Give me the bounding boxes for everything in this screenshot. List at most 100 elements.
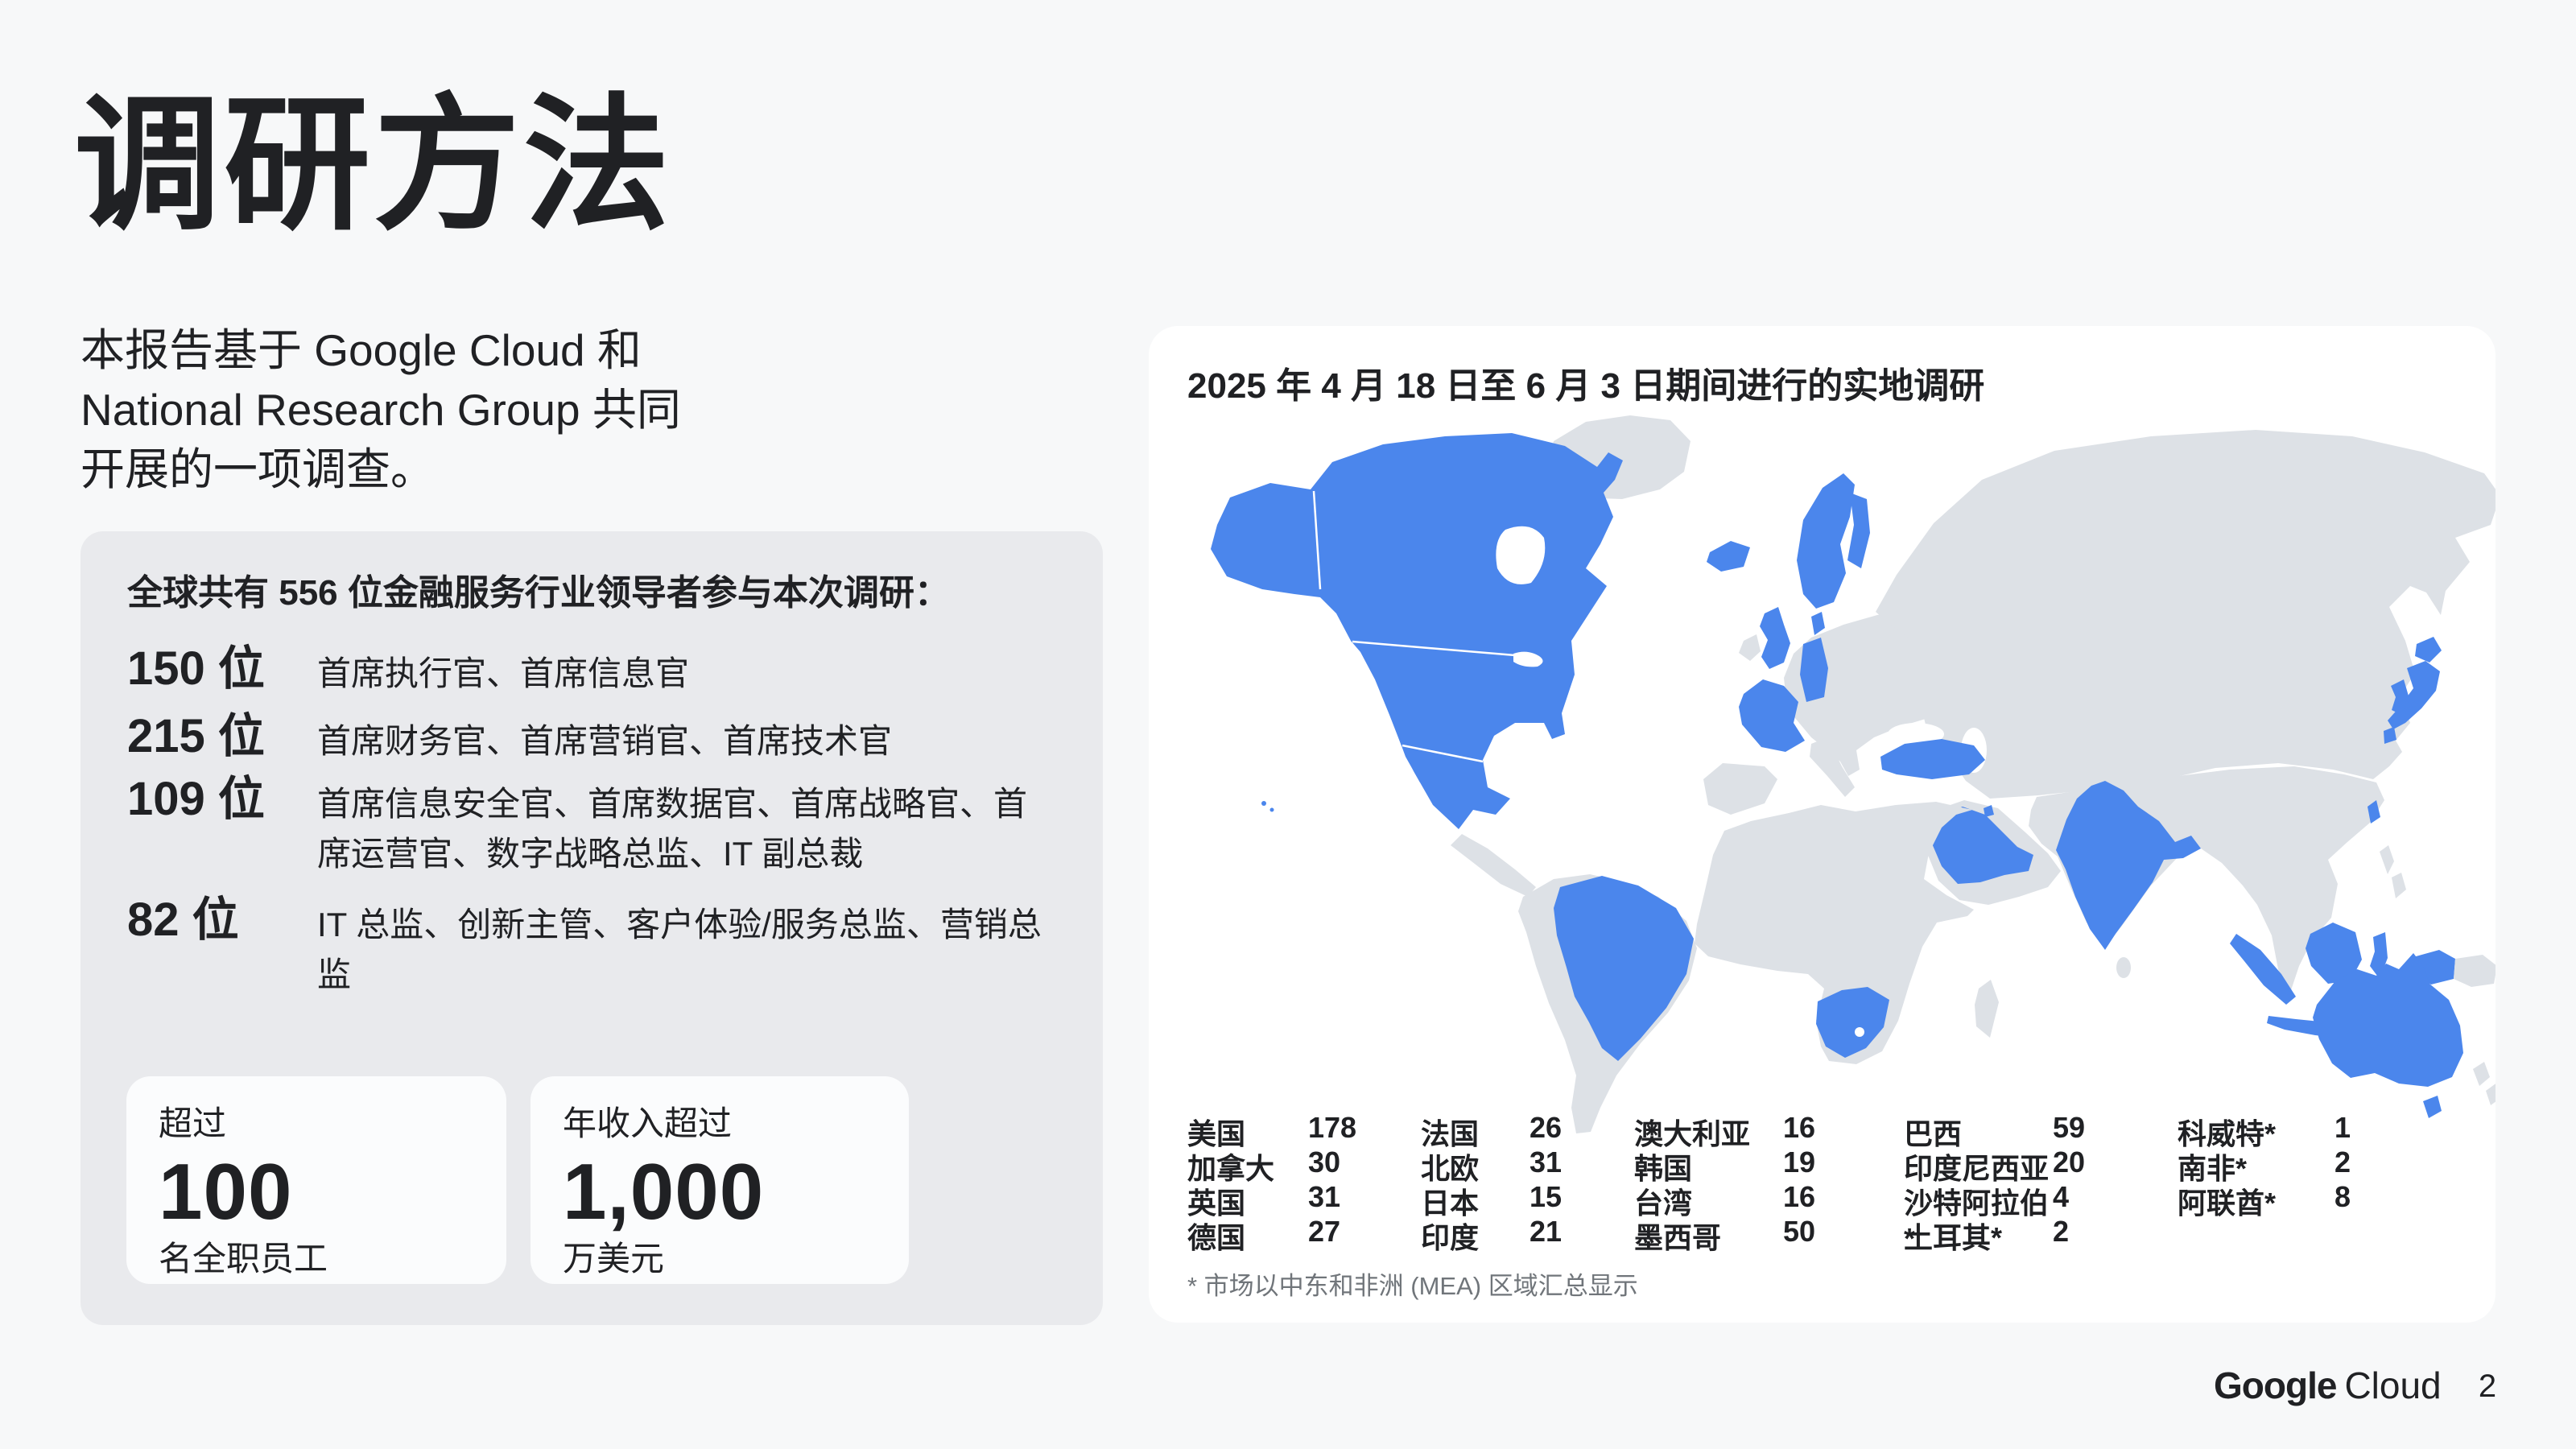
stat-prefix: 年收入超过 [563,1100,877,1147]
country-value: 2 [2053,1215,2069,1249]
stat-value: 1,000 [563,1147,877,1236]
breakdown-row: 215 位 首席财务官、首席营销官、首席技术官 [127,712,1056,766]
map-footnote: * 市场以中东和非洲 (MEA) 区域汇总显示 [1187,1265,1638,1302]
table-row: 印度21 [1421,1215,1562,1249]
country-value: 15 [1530,1180,1562,1214]
google-cloud-logo: GoogleCloud [2214,1364,2439,1406]
map-region-turkey [1880,739,1985,779]
table-row: 澳大利亚16 [1634,1111,1815,1146]
map-region-uk [1760,607,1790,669]
table-row: 加拿大30 [1187,1146,1356,1180]
breakdown-count: 109 位 [127,774,317,824]
stat-value: 100 [159,1147,474,1236]
map-region-new-zealand [2473,1062,2490,1086]
table-row: 科威特*1 [2178,1111,2351,1146]
country-label: 土耳其* [1904,1215,2053,1257]
map-region-madagascar [1975,980,1999,1038]
intro-line: 开展的一项调查。 [80,440,853,499]
table-row: 北欧31 [1421,1146,1562,1180]
country-label: 印度 [1421,1215,1530,1257]
table-row: 韩国19 [1634,1146,1815,1180]
country-value: 30 [1308,1146,1340,1179]
country-value: 26 [1530,1111,1562,1145]
breakdown-row: 150 位 首席执行官、首席信息官 [127,644,1056,699]
country-value: 59 [2053,1111,2085,1145]
country-table-column: 巴西59 印度尼西亚20 沙特阿拉伯*4 土耳其*2 [1904,1111,2085,1249]
stat-card-revenue: 年收入超过 1,000 万美元 [530,1076,909,1284]
country-value: 4 [2053,1180,2069,1214]
breakdown-count: 150 位 [127,644,317,694]
logo-google-text: Google [2214,1364,2336,1406]
breakdown-roles: 首席执行官、首席信息官 [317,644,1056,699]
table-row: 德国27 [1187,1215,1356,1249]
map-region-central-america [1451,834,1536,897]
intro-line: National Research Group 共同 [80,380,853,440]
table-row: 沙特阿拉伯*4 [1904,1180,2085,1215]
country-label: 阿联酋* [2178,1180,2334,1222]
page-number: 2 [2463,1368,2512,1405]
map-region-denmark [1811,612,1825,635]
country-label: 墨西哥 [1634,1215,1783,1257]
table-row: 法国26 [1421,1111,1562,1146]
table-row: 英国31 [1187,1180,1356,1215]
page-title: 调研方法 [74,80,673,250]
table-row: 印度尼西亚20 [1904,1146,2085,1180]
breakdown-roles: 首席信息安全官、首席数据官、首席战略官、首席运营官、数字战略总监、IT 副总裁 [317,774,1056,879]
map-region-sri-lanka [2116,957,2131,978]
map-region-ireland [1739,634,1761,661]
table-row: 阿联酋*8 [2178,1180,2351,1215]
intro-line: 本报告基于 Google Cloud 和 [80,320,853,380]
map-region-hawaii [1261,801,1266,806]
map-region-hawaii [1270,808,1274,812]
table-row: 日本15 [1421,1180,1562,1215]
country-value: 27 [1308,1215,1340,1249]
map-region-new-guinea-east [2454,955,2496,987]
country-value: 31 [1530,1146,1562,1179]
table-row: 台湾16 [1634,1180,1815,1215]
map-region-philippines [2392,873,2406,898]
map-lesotho [1855,1027,1864,1037]
table-row: 巴西59 [1904,1111,2085,1146]
table-row: 美国178 [1187,1111,1356,1146]
country-value: 2 [2334,1146,2351,1179]
logo-cloud-text: Cloud [2344,1364,2441,1406]
country-table-column: 美国178 加拿大30 英国31 德国27 [1187,1111,1356,1249]
breakdown-row: 109 位 首席信息安全官、首席数据官、首席战略官、首席运营官、数字战略总监、I… [127,774,1056,879]
map-region-iberia [1703,763,1777,815]
country-value: 21 [1530,1215,1562,1249]
table-row: 南非*2 [2178,1146,2351,1180]
breakdown-row: 82 位 IT 总监、创新主管、客户体验/服务总监、营销总监 [127,895,1056,1000]
survey-breakdown-panel: 全球共有 556 位金融服务行业领导者参与本次调研： 150 位 首席执行官、首… [80,531,1103,1325]
breakdown-roles: 首席财务官、首席营销官、首席技术官 [317,712,1056,766]
table-row: 墨西哥50 [1634,1215,1815,1249]
country-value: 178 [1308,1111,1356,1145]
stat-suffix: 名全职员工 [159,1236,474,1282]
country-value: 31 [1308,1180,1340,1214]
map-region-tasmania [2423,1096,2442,1118]
map-region-scandinavia [1797,473,1855,609]
intro-paragraph: 本报告基于 Google Cloud 和 National Research G… [80,320,853,499]
table-row: 土耳其*2 [1904,1215,2085,1249]
country-value: 20 [2053,1146,2085,1179]
country-value: 8 [2334,1180,2351,1214]
panel-heading: 全球共有 556 位金融服务行业领导者参与本次调研： [127,572,1056,615]
country-value: 1 [2334,1111,2351,1145]
stat-prefix: 超过 [159,1100,474,1147]
country-table: 美国178 加拿大30 英国31 德国27 法国26 北欧31 日本15 印度2… [1187,1111,2411,1256]
slide: 调研方法 本报告基于 Google Cloud 和 National Resea… [0,0,2576,1449]
country-table-column: 科威特*1 南非*2 阿联酋*8 [2178,1111,2351,1215]
map-region-new-zealand [2486,1082,2496,1105]
country-value: 16 [1783,1111,1815,1145]
country-label: 德国 [1187,1215,1308,1257]
breakdown-roles: IT 总监、创新主管、客户体验/服务总监、营销总监 [317,895,1056,1000]
country-table-column: 澳大利亚16 韩国19 台湾16 墨西哥50 [1634,1111,1815,1249]
map-region-japan-hokkaido [2415,637,2442,663]
country-value: 19 [1783,1146,1815,1179]
map-region-philippines [2380,845,2394,874]
stat-card-employees: 超过 100 名全职员工 [126,1076,506,1284]
breakdown-count: 82 位 [127,895,317,945]
world-map [1167,402,2496,1143]
map-region-iceland [1707,541,1750,572]
country-table-column: 法国26 北欧31 日本15 印度21 [1421,1111,1562,1249]
country-value: 50 [1783,1215,1815,1249]
